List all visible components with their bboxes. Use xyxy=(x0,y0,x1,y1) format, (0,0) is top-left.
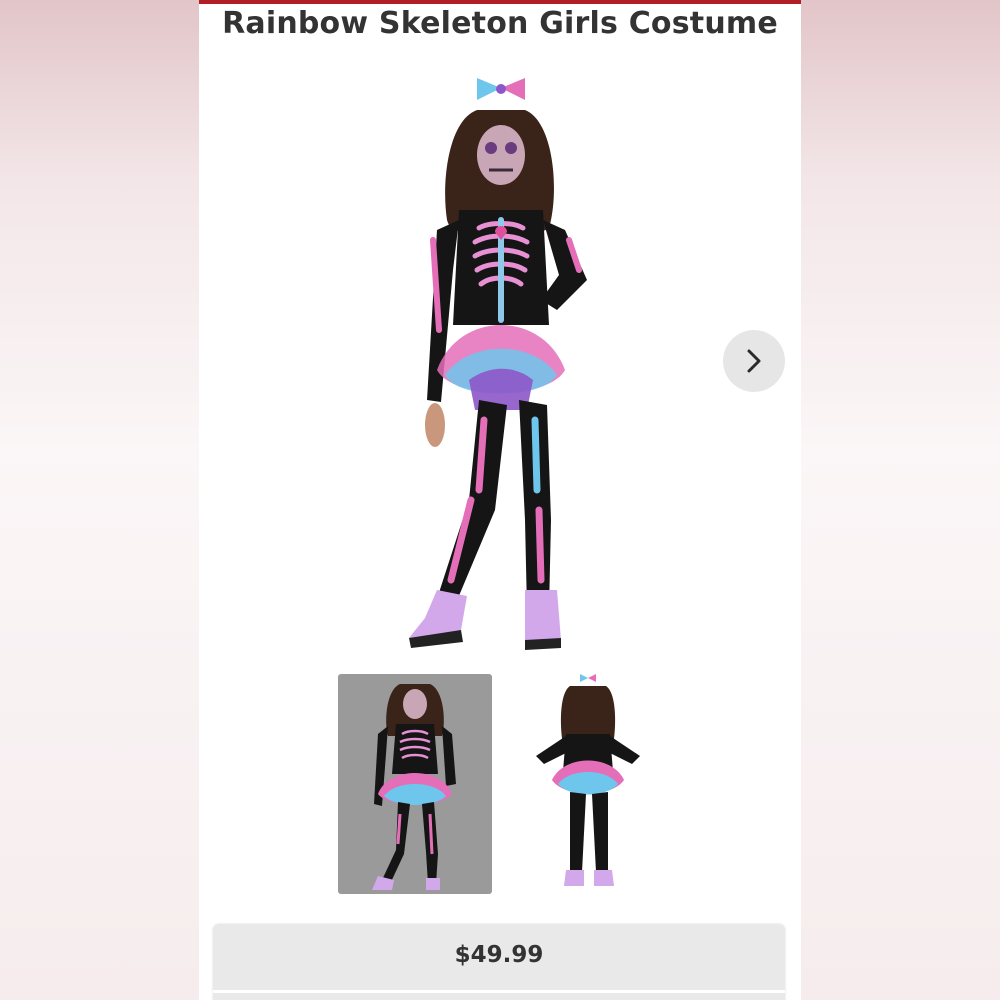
next-image-button[interactable] xyxy=(723,330,785,392)
price-divider xyxy=(213,990,785,993)
product-title: Rainbow Skeleton Girls Costume xyxy=(222,6,778,41)
thumbnail-back[interactable] xyxy=(512,674,666,894)
price-panel: $49.99 xyxy=(213,924,785,1000)
product-price: $49.99 xyxy=(454,942,544,968)
chevron-right-icon xyxy=(747,349,761,373)
product-page: Rainbow Skeleton Girls Costume $49.99 xyxy=(199,0,801,1000)
thumbnail-front[interactable] xyxy=(338,674,492,894)
main-product-image[interactable] xyxy=(329,70,669,660)
header-accent-bar xyxy=(199,0,801,4)
